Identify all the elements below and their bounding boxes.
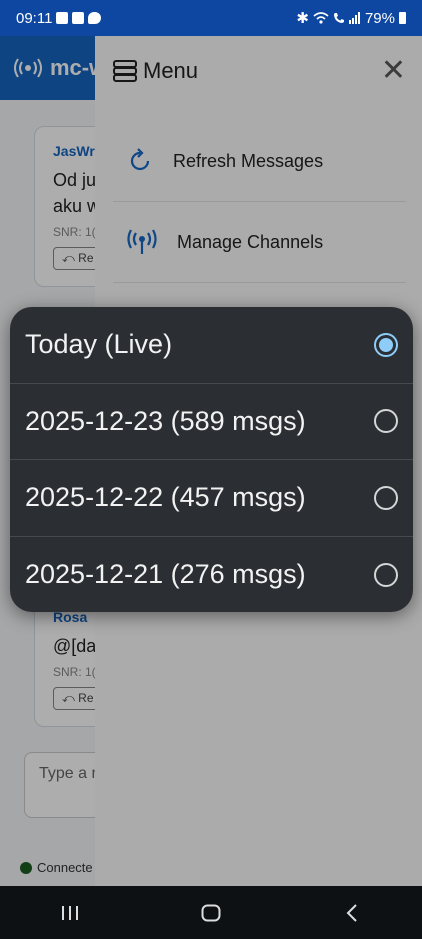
- home-icon: [201, 904, 221, 921]
- picker-option-label: 2025-12-21 (276 msgs): [25, 559, 306, 590]
- battery-level: 79%: [364, 9, 395, 27]
- picker-option-label: 2025-12-22 (457 msgs): [25, 482, 306, 513]
- system-nav-bar: [0, 886, 422, 939]
- recents-icon: [62, 905, 79, 920]
- back-button[interactable]: [322, 886, 382, 939]
- status-right: ✱ 79%: [296, 9, 406, 27]
- signal-icon: [348, 12, 360, 24]
- call-icon: [333, 13, 344, 23]
- notification-icon: [72, 12, 85, 24]
- radio-unselected-icon[interactable]: [374, 409, 398, 434]
- picker-option[interactable]: 2025-12-21 (276 msgs): [10, 537, 413, 613]
- picker-option-label: 2025-12-23 (589 msgs): [25, 405, 306, 436]
- radio-selected-icon[interactable]: [374, 332, 398, 357]
- picker-option[interactable]: Today (Live): [10, 307, 413, 384]
- date-picker-dialog: Today (Live) 2025-12-23 (589 msgs) 2025-…: [10, 307, 413, 612]
- wifi-icon: [313, 12, 329, 24]
- radio-unselected-icon[interactable]: [374, 485, 398, 510]
- back-icon: [346, 903, 357, 922]
- home-button[interactable]: [181, 886, 241, 939]
- recents-button[interactable]: [40, 886, 100, 939]
- bluetooth-icon: ✱: [296, 10, 309, 27]
- chat-notification-icon: [88, 12, 102, 24]
- battery-icon: [399, 12, 406, 24]
- picker-option-label: Today (Live): [25, 329, 173, 360]
- status-bar: 09:11 ✱ 79%: [0, 0, 422, 36]
- notification-icon: [56, 12, 69, 24]
- picker-option[interactable]: 2025-12-23 (589 msgs): [10, 384, 413, 460]
- picker-option[interactable]: 2025-12-22 (457 msgs): [10, 460, 413, 537]
- radio-unselected-icon[interactable]: [374, 562, 398, 587]
- status-time: 09:11: [16, 9, 53, 27]
- status-left: 09:11: [16, 9, 102, 27]
